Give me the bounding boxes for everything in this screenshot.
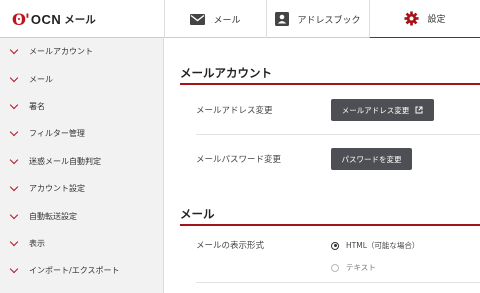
chevron-down-icon <box>9 128 19 137</box>
change-password-button[interactable]: パスワードを変更 <box>331 148 412 170</box>
chevron-down-icon <box>9 100 19 110</box>
chevron-down-icon <box>9 210 19 219</box>
section-title-mail-account: メールアカウント <box>180 66 272 80</box>
chevron-down-icon <box>9 73 19 82</box>
section-divider <box>180 83 480 85</box>
chevron-down-icon <box>9 155 19 164</box>
sidebar-item-label: メール <box>29 74 53 84</box>
chevron-down-icon <box>9 182 19 192</box>
radio-button <box>331 241 339 250</box>
sidebar-item-auto-forward[interactable]: 自動転送設定 <box>0 202 163 229</box>
change-password-button-label: パスワードを変更 <box>341 154 402 164</box>
sidebar-item-mail-account[interactable]: メールアカウント <box>0 38 163 65</box>
sidebar-item-label: フィルター管理 <box>29 129 85 139</box>
ocn-logo[interactable]: ʘ' OCN メール <box>12 9 96 29</box>
sidebar-item-account-settings[interactable]: アカウント設定 <box>0 175 163 202</box>
ocn-logo-text: OCN <box>30 11 62 27</box>
radio-button <box>331 263 339 272</box>
display-format-label: メールの表示形式 <box>196 241 265 251</box>
sidebar-item-label: メールアカウント <box>29 47 93 57</box>
envelope-icon <box>190 13 206 25</box>
settings-sidebar: メールアカウント メール 署名 フィルター管理 迷惑メール自動判定 アカウント設… <box>0 38 164 293</box>
change-address-button[interactable]: メールアドレス変更 <box>331 99 434 121</box>
chevron-down-icon <box>9 45 19 55</box>
chevron-down-icon <box>9 237 19 247</box>
sidebar-item-spam[interactable]: 迷惑メール自動判定 <box>0 148 163 175</box>
sidebar-item-label: 表示 <box>29 238 45 248</box>
section-title-mail: メール <box>180 207 215 221</box>
sidebar-item-import-export[interactable]: インポート/エクスポート <box>0 257 163 284</box>
change-address-button-label: メールアドレス変更 <box>341 105 410 115</box>
external-link-icon <box>415 106 423 114</box>
top-bar: ʘ' OCN メール メール アドレスブック 設定 <box>0 0 480 39</box>
sidebar-item-label: 署名 <box>29 101 45 111</box>
chevron-down-icon <box>9 265 19 274</box>
tab-mail-label: メール <box>213 15 241 26</box>
sidebar-item-label: アカウント設定 <box>29 184 85 194</box>
radio-text[interactable]: テキスト <box>331 262 376 273</box>
tab-address-book[interactable]: アドレスブック <box>266 0 369 38</box>
sidebar-item-filter[interactable]: フィルター管理 <box>0 120 163 147</box>
sidebar-item-label: 迷惑メール自動判定 <box>29 156 101 166</box>
address-change-label: メールアドレス変更 <box>196 106 273 116</box>
radio-text-label: テキスト <box>346 263 376 272</box>
tab-settings-label: 設定 <box>427 15 446 25</box>
sidebar-item-mail[interactable]: メール <box>0 65 163 92</box>
sidebar-item-signature[interactable]: 署名 <box>0 93 163 120</box>
ocn-logo-mark: ʘ' <box>12 9 30 29</box>
radio-html-label: HTML（可能な場合） <box>346 241 420 250</box>
tab-address-book-label: アドレスブック <box>297 15 361 26</box>
tab-mail[interactable]: メール <box>164 0 266 38</box>
section-divider <box>180 224 480 226</box>
tab-settings[interactable]: 設定 <box>369 0 480 39</box>
settings-content: メールアカウント メールアドレス変更 メールアドレス変更 メールパスワード変更 … <box>165 38 480 293</box>
contact-card-icon <box>275 12 290 26</box>
row-divider <box>196 134 480 135</box>
password-change-label: メールパスワード変更 <box>196 155 282 165</box>
sidebar-item-label: インポート/エクスポート <box>29 266 120 276</box>
row-divider <box>196 282 480 283</box>
radio-html[interactable]: HTML（可能な場合） <box>331 240 419 251</box>
gear-icon <box>404 11 420 26</box>
product-name: メール <box>64 13 96 26</box>
sidebar-item-display[interactable]: 表示 <box>0 230 163 257</box>
sidebar-item-label: 自動転送設定 <box>29 211 77 221</box>
